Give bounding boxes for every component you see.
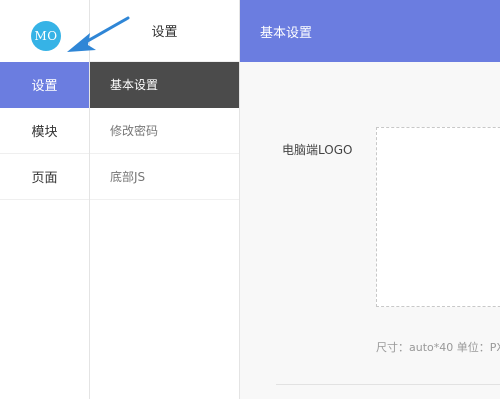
secondary-nav-item-change-password[interactable]: 修改密码 <box>90 108 239 154</box>
page-title: 基本设置 <box>260 25 313 41</box>
logo-badge[interactable]: MO <box>31 21 61 51</box>
secondary-nav-item-basic-settings[interactable]: 基本设置 <box>90 62 239 108</box>
logo-area: MO <box>0 0 89 62</box>
main-content: 基本设置 电脑端LOGO 尺寸：auto*40 单位：PX <box>240 0 500 399</box>
primary-nav-item-settings[interactable]: 设置 <box>0 62 89 108</box>
secondary-nav-item-footer-js[interactable]: 底部JS <box>90 154 239 200</box>
pc-logo-label: 电脑端LOGO <box>282 143 353 157</box>
divider <box>276 384 500 385</box>
secondary-sidebar-title: 设置 <box>90 0 239 62</box>
primary-nav-item-modules[interactable]: 模块 <box>0 108 89 154</box>
pc-logo-upload-area[interactable] <box>376 127 500 307</box>
primary-sidebar: MO 设置 模块 页面 <box>0 0 90 399</box>
logo-size-hint: 尺寸：auto*40 单位：PX <box>376 341 500 354</box>
primary-nav-item-pages[interactable]: 页面 <box>0 154 89 200</box>
main-header: 基本设置 <box>240 0 500 62</box>
secondary-sidebar: 设置 基本设置 修改密码 底部JS <box>90 0 240 399</box>
